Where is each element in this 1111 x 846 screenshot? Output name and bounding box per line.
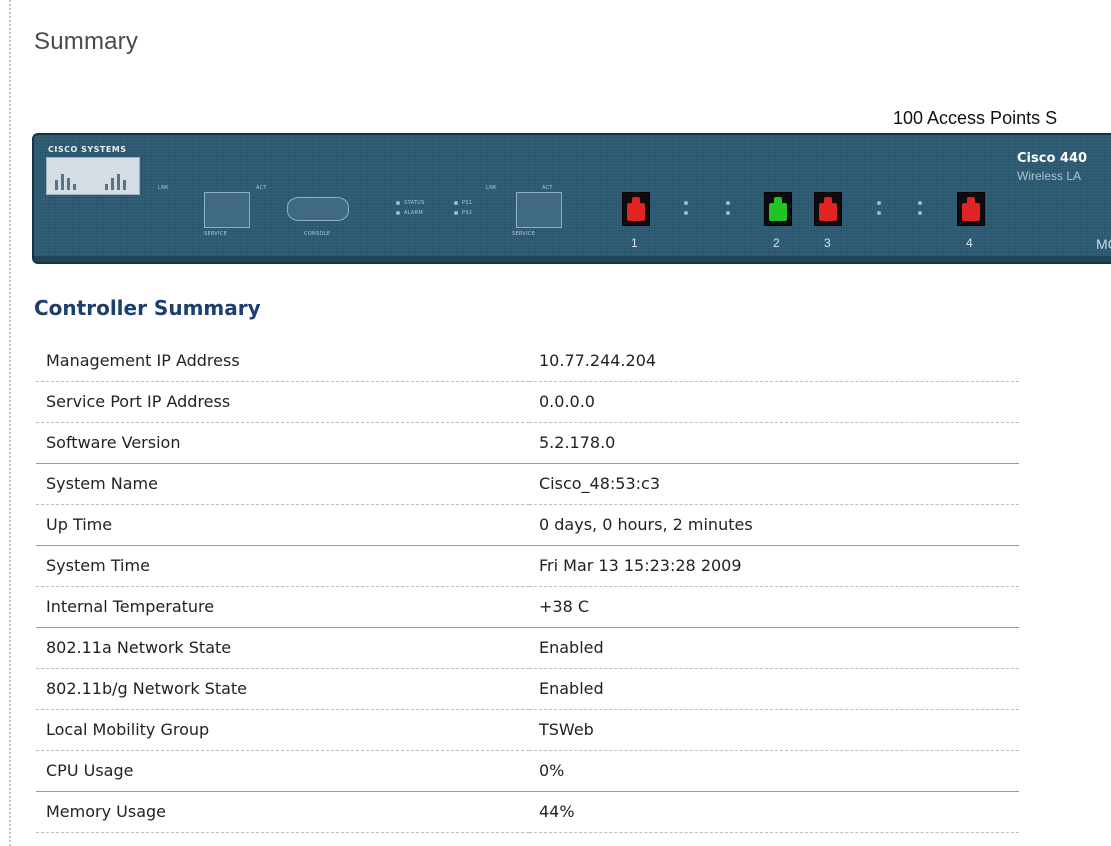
access-points-support-text: 100 Access Points S [893, 108, 1058, 128]
row-value: +38 C [529, 586, 1019, 628]
row-value: 10.77.244.204 [529, 340, 1019, 382]
row-value: Fri Mar 13 15:23:28 2009 [529, 545, 1019, 587]
console-port [287, 197, 349, 221]
lnk-label-2: LNK [486, 185, 497, 191]
act-led-3 [877, 211, 881, 215]
ps1-led [454, 201, 458, 205]
table-row: Up Time 0 days, 0 hours, 2 minutes [36, 504, 1019, 546]
utility-port-label: SERVICE [512, 231, 536, 237]
lnk-label: LNK [158, 185, 169, 191]
table-row: 802.11a Network State Enabled [36, 627, 1019, 669]
port-3-status-icon [814, 192, 842, 226]
row-label: Local Mobility Group [36, 709, 529, 751]
port-4-status-icon [957, 192, 985, 226]
table-row: Memory Usage 44% [36, 791, 1019, 833]
cisco-brand-text: CISCO SYSTEMS [48, 145, 127, 154]
controller-summary-title: Controller Summary [34, 296, 261, 320]
row-value: Enabled [529, 627, 1019, 669]
row-label: Up Time [36, 504, 529, 546]
row-value: 0% [529, 750, 1019, 792]
act-led-1 [684, 211, 688, 215]
service-port [204, 192, 250, 228]
row-value: Cisco_48:53:c3 [529, 463, 1019, 505]
model-subtitle: Wireless LA [1017, 169, 1082, 183]
ps1-label: PS1 [462, 200, 473, 206]
act-led-4 [918, 211, 922, 215]
row-label: System Name [36, 463, 529, 505]
row-value: 0 days, 0 hours, 2 minutes [529, 504, 1019, 546]
page-title: Summary [34, 28, 139, 55]
row-label: Memory Usage [36, 791, 529, 833]
row-label: 802.11b/g Network State [36, 668, 529, 710]
port-2-status-icon [764, 192, 792, 226]
act-label: ACT [256, 185, 267, 191]
lnk-led-4 [918, 201, 922, 205]
lnk-led-1 [684, 201, 688, 205]
row-value: 0.0.0.0 [529, 381, 1019, 423]
table-row: 802.11b/g Network State Enabled [36, 668, 1019, 710]
ps2-label: PS2 [462, 210, 473, 216]
row-value: TSWeb [529, 709, 1019, 751]
table-row: System Time Fri Mar 13 15:23:28 2009 [36, 545, 1019, 587]
port-1-number: 1 [631, 236, 638, 250]
lnk-led-2 [726, 201, 730, 205]
model-name: Cisco 440 [1017, 151, 1088, 166]
table-row: CPU Usage 0% [36, 750, 1019, 792]
row-value: Enabled [529, 668, 1019, 710]
port-1-status-icon [622, 192, 650, 226]
ps2-led [454, 211, 458, 215]
alarm-led [396, 211, 400, 215]
controller-summary-table: Management IP Address 10.77.244.204 Servi… [36, 340, 1019, 833]
row-label: Software Version [36, 422, 529, 464]
alarm-label: ALARM [404, 210, 424, 216]
table-row: Service Port IP Address 0.0.0.0 [36, 381, 1019, 423]
row-label: 802.11a Network State [36, 627, 529, 669]
act-led-2 [726, 211, 730, 215]
table-row: System Name Cisco_48:53:c3 [36, 463, 1019, 505]
service-port-label: SERVICE [204, 231, 228, 237]
lnk-led-3 [877, 201, 881, 205]
model-code: MC [1096, 236, 1111, 252]
row-label: Service Port IP Address [36, 381, 529, 423]
status-led [396, 201, 400, 205]
row-label: System Time [36, 545, 529, 587]
row-label: CPU Usage [36, 750, 529, 792]
utility-port [516, 192, 562, 228]
table-row: Local Mobility Group TSWeb [36, 709, 1019, 751]
port-2-number: 2 [773, 236, 780, 250]
row-label: Management IP Address [36, 340, 529, 382]
left-border [9, 0, 11, 846]
status-label: STATUS [404, 200, 425, 206]
row-value: 44% [529, 791, 1019, 833]
controller-chassis-image: CISCO SYSTEMS LNK ACT SERVICE CONSOLE ST… [32, 133, 1111, 264]
port-3-number: 3 [824, 236, 831, 250]
table-row: Software Version 5.2.178.0 [36, 422, 1019, 464]
console-port-label: CONSOLE [304, 231, 331, 237]
table-row: Internal Temperature +38 C [36, 586, 1019, 628]
table-row: Management IP Address 10.77.244.204 [36, 340, 1019, 382]
row-label: Internal Temperature [36, 586, 529, 628]
cisco-logo-icon [46, 157, 140, 195]
row-value: 5.2.178.0 [529, 422, 1019, 464]
act-label-2: ACT [542, 185, 553, 191]
chassis-bottom-edge [34, 256, 1111, 262]
port-4-number: 4 [966, 236, 973, 250]
